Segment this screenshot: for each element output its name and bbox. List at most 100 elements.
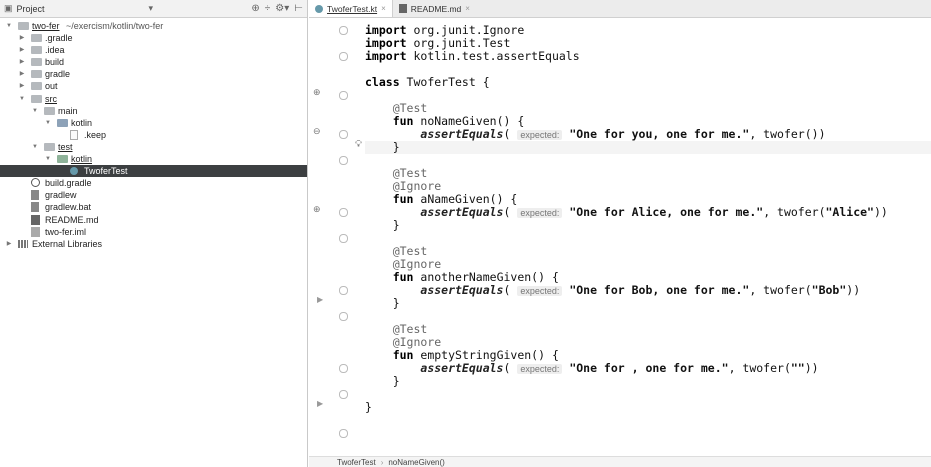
tree-item-out[interactable]: ▶ out [0, 80, 307, 92]
fold-icon[interactable] [339, 364, 348, 373]
collapsed-arrow-icon[interactable]: ▶ [17, 32, 27, 44]
collapsed-arrow-icon[interactable]: ▶ [17, 56, 27, 68]
code-token: class [365, 75, 400, 89]
code-token: @Ignore [365, 179, 442, 193]
fold-icon[interactable] [339, 52, 348, 61]
collapsed-arrow-icon[interactable]: ▶ [17, 68, 27, 80]
code-token: "Bob" [811, 283, 847, 297]
fold-icon[interactable] [339, 130, 348, 139]
folder-icon [18, 22, 29, 30]
project-view-selector[interactable]: Project [17, 4, 45, 14]
expanded-arrow-icon[interactable]: ▼ [43, 153, 53, 165]
tree-item-twofertest[interactable]: TwoferTest [0, 165, 307, 178]
tree-item-build[interactable]: ▶ build [0, 56, 307, 68]
markdown-file-icon [398, 4, 407, 13]
close-icon[interactable]: × [465, 4, 470, 13]
expanded-arrow-icon[interactable]: ▼ [17, 93, 27, 105]
run-test-icon[interactable]: ⊖ [313, 126, 321, 137]
code-token: org.junit.Ignore [406, 23, 525, 37]
tree-item-label: out [45, 81, 58, 92]
folder-icon [31, 70, 42, 79]
library-icon [18, 239, 28, 248]
fold-icon[interactable] [339, 312, 348, 321]
fold-icon[interactable] [339, 26, 348, 35]
tree-item-test[interactable]: ▼ test [0, 141, 307, 153]
code-token: fun [392, 348, 414, 362]
run-arrow-icon[interactable]: ▶ [317, 399, 323, 408]
code-token: @Ignore [365, 335, 442, 349]
folder-icon [31, 94, 42, 103]
tree-item-gradlew-bat[interactable]: gradlew.bat [0, 201, 307, 213]
fold-icon[interactable] [339, 286, 348, 295]
tree-item-readme[interactable]: README.md [0, 214, 307, 226]
tree-item-label: gradlew [45, 190, 77, 201]
close-icon[interactable]: × [381, 4, 386, 13]
tree-item-gradlew[interactable]: gradlew [0, 189, 307, 201]
module-file-icon [31, 226, 40, 237]
tree-item-build-gradle[interactable]: build.gradle [0, 177, 307, 189]
fold-icon[interactable] [339, 156, 348, 165]
fold-icon[interactable] [339, 390, 348, 399]
lightbulb-icon[interactable]: 💡︎ [355, 139, 362, 150]
folder-icon [57, 155, 68, 164]
tree-item-idea[interactable]: ▶ .idea [0, 44, 307, 56]
tree-item-two-fer[interactable]: ▼ two-fer ~/exercism/kotlin/two-fer [0, 20, 307, 32]
run-arrow-icon[interactable]: ▶ [317, 295, 323, 304]
code-token: "One for Alice, one for me." [569, 205, 764, 219]
tree-item-label: gradlew.bat [45, 202, 92, 213]
code-token: @Test [365, 322, 428, 336]
scroll-from-source-icon[interactable]: ⊕ [251, 3, 259, 14]
tree-item-keep[interactable]: .keep [0, 129, 307, 141]
settings-gear-icon[interactable]: ⚙▾ [275, 3, 289, 14]
hide-panel-icon[interactable]: ⊢ [294, 3, 303, 14]
implemented-class-icon[interactable]: ⊕ [313, 87, 321, 98]
tree-item-main-kotlin[interactable]: ▼ kotlin [0, 117, 307, 129]
breadcrumb-class[interactable]: TwoferTest [337, 458, 376, 467]
collapsed-arrow-icon[interactable]: ▶ [4, 238, 14, 250]
code-line: import kotlin.test.assertEquals [365, 50, 580, 63]
expanded-arrow-icon[interactable]: ▼ [30, 141, 40, 153]
tree-item-main[interactable]: ▼ main [0, 105, 307, 117]
collapse-all-icon[interactable]: ÷ [265, 3, 271, 14]
code-token: kotlin.test.assertEquals [406, 49, 580, 63]
expanded-arrow-icon[interactable]: ▼ [4, 20, 14, 32]
code-token: "One for , one for me." [569, 361, 729, 375]
tree-item-gradle-hidden[interactable]: ▶ .gradle [0, 32, 307, 44]
fold-icon[interactable] [339, 429, 348, 438]
expanded-arrow-icon[interactable]: ▼ [43, 117, 53, 129]
project-view-icon: ▣ [4, 3, 13, 13]
fold-icon[interactable] [339, 208, 348, 217]
breadcrumb-function[interactable]: noNameGiven() [388, 458, 444, 467]
parameter-hint: expected: [517, 208, 563, 218]
fold-icon[interactable] [339, 234, 348, 243]
tab-label: README.md [410, 3, 462, 14]
chevron-down-icon[interactable]: ▾ [149, 3, 154, 14]
tree-item-test-kotlin[interactable]: ▼ kotlin [0, 153, 307, 165]
run-test-icon[interactable]: ⊕ [313, 204, 321, 215]
code-token: "Alice" [825, 205, 874, 219]
code-token: ( [503, 127, 518, 141]
editor-tab[interactable]: README.md × [393, 0, 476, 17]
collapsed-arrow-icon[interactable]: ▶ [17, 80, 27, 92]
code-token: @Ignore [365, 257, 442, 271]
tree-item-gradle[interactable]: ▶ gradle [0, 68, 307, 80]
code-token: anotherNameGiven() { [413, 270, 559, 284]
collapsed-arrow-icon[interactable]: ▶ [17, 44, 27, 56]
folder-icon [44, 142, 55, 151]
breadcrumb: TwoferTest › noNameGiven() [309, 456, 931, 467]
code-token: @Test [365, 166, 428, 180]
code-token: assertEquals [420, 361, 504, 375]
tree-item-src[interactable]: ▼ src [0, 93, 307, 105]
tree-item-external-libraries[interactable]: ▶ External Libraries [0, 238, 307, 250]
fold-icon[interactable] [339, 91, 348, 100]
project-panel-header: ▣ Project ▾ ⊕ ÷ ⚙▾ ⊢ [0, 0, 307, 18]
code-editor[interactable]: import org.junit.Ignore import org.junit.… [365, 24, 931, 456]
expanded-arrow-icon[interactable]: ▼ [30, 105, 40, 117]
editor-tab[interactable]: TwoferTest.kt × [309, 0, 393, 17]
code-token: assertEquals [420, 127, 504, 141]
tree-item-iml[interactable]: two-fer.iml [0, 226, 307, 238]
code-token: import [365, 36, 407, 50]
code-line: assertEquals( expected: "One for , one f… [365, 361, 818, 375]
